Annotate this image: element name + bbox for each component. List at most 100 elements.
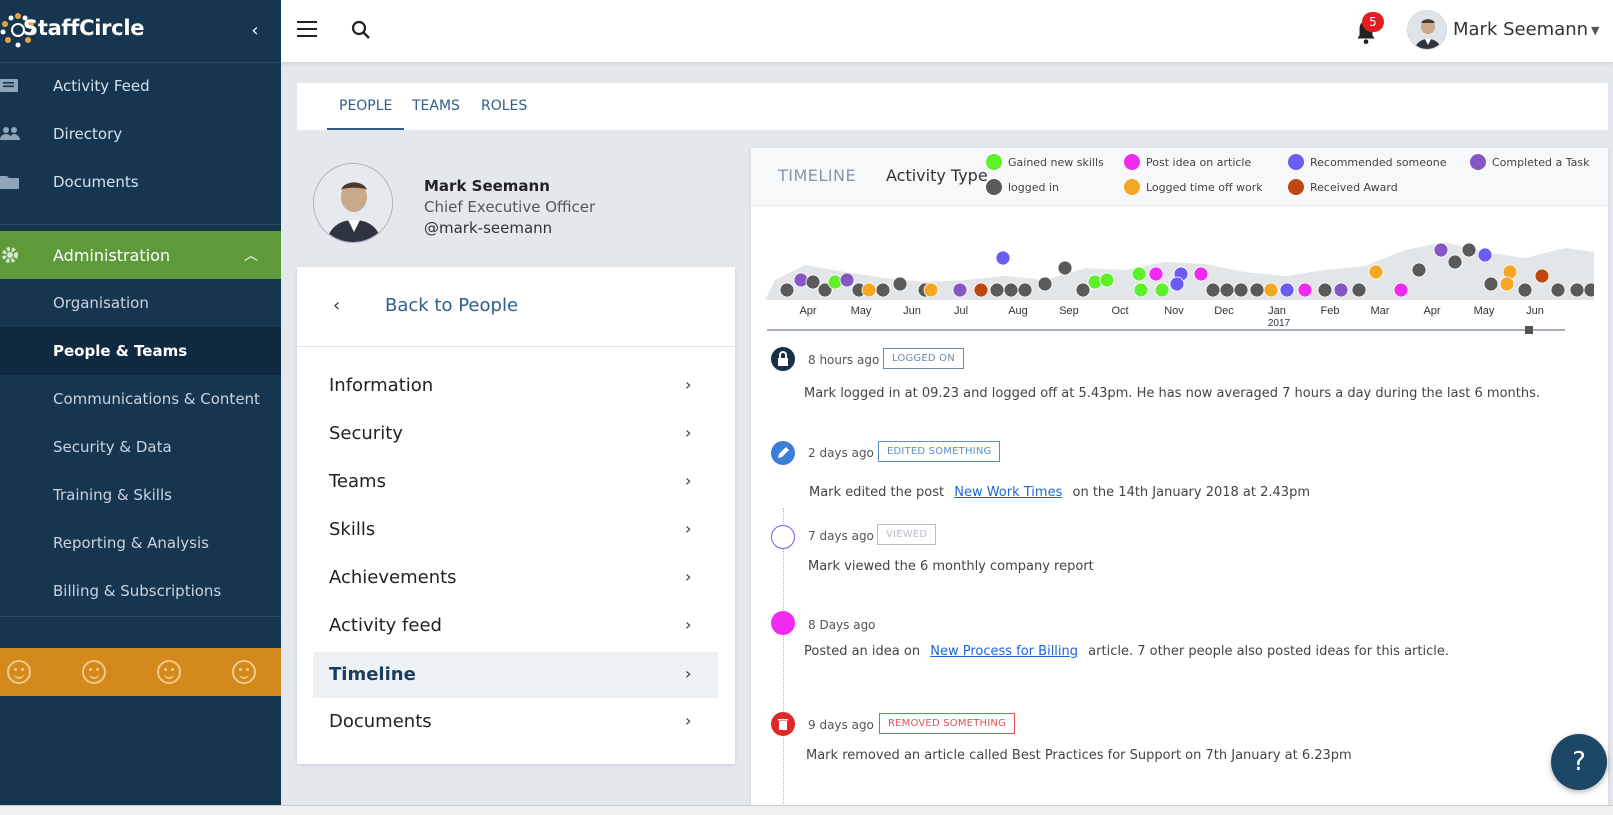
chevron-right-icon: › [685, 567, 692, 586]
menu-item-timeline[interactable]: Timeline › [313, 652, 718, 698]
activity-dot [839, 272, 855, 288]
activity-dot [1447, 254, 1463, 270]
smile-icon[interactable] [157, 660, 181, 684]
profile-menu: ‹ Back to People Information › Security › … [297, 267, 735, 764]
user-photo-icon [314, 164, 392, 242]
event-tag: LOGGED ON [883, 348, 964, 369]
sidebar-item-billing-subscriptions[interactable]: Billing & Subscriptions [0, 567, 281, 615]
activity-type-label: Activity Type [886, 166, 988, 185]
axis-month-label: Dec [1214, 305, 1234, 317]
event-time: 9 days ago [808, 718, 874, 732]
collapse-sidebar-button[interactable]: ‹ [244, 18, 266, 44]
menu-item-activity-feed[interactable]: Activity feed › [313, 603, 718, 649]
activity-dot [1169, 276, 1185, 292]
menu-item-teams[interactable]: Teams › [313, 459, 718, 505]
timeline-title: TIMELINE [778, 166, 857, 185]
smile-icon[interactable] [232, 660, 256, 684]
tab-roles[interactable]: ROLES [469, 83, 539, 130]
legend-label: logged in [1008, 180, 1060, 194]
legend-recommended[interactable]: Recommended someone [1288, 154, 1447, 170]
menu-item-skills[interactable]: Skills › [313, 507, 718, 553]
sidebar-item-activity-feed[interactable]: Activity Feed [0, 63, 281, 109]
activity-dot [1317, 282, 1333, 298]
search-icon[interactable] [349, 18, 373, 42]
menu-icon[interactable] [297, 21, 317, 39]
activity-dot [1333, 282, 1349, 298]
legend-received-award[interactable]: Received Award [1288, 179, 1398, 195]
chevron-right-icon: › [685, 519, 692, 538]
activity-dot [1368, 264, 1384, 280]
legend-dot [1124, 179, 1140, 195]
people-icon [0, 127, 20, 140]
brand-header: StaffCircle ‹ [0, 0, 281, 63]
smile-icon[interactable] [82, 660, 106, 684]
avatar[interactable] [1407, 10, 1447, 50]
menu-item-label: Skills [329, 519, 376, 540]
sidebar-item-people-teams[interactable]: People & Teams [0, 327, 281, 375]
back-label: Back to People [385, 295, 519, 316]
menu-item-achievements[interactable]: Achievements › [313, 555, 718, 601]
chevron-left-icon: ‹ [333, 295, 341, 316]
timeline-chart[interactable]: Apr May Jun Jul Aug Sep Oct Nov Dec Jan Feb Mar Apr M… [765, 210, 1594, 340]
menu-item-label: Timeline [329, 664, 416, 685]
legend-label: Post idea on article [1146, 155, 1252, 169]
sidebar-item-administration[interactable]: Administration ︿ [0, 231, 281, 279]
chevron-up-icon: ︿ [244, 248, 258, 264]
menu-item-label: Teams [329, 471, 386, 492]
sidebar-item-label: Reporting & Analysis [53, 534, 209, 552]
legend-time-off[interactable]: Logged time off work [1124, 179, 1263, 195]
activity-dot [1148, 266, 1164, 282]
sidebar-item-reporting-analysis[interactable]: Reporting & Analysis [0, 519, 281, 567]
sidebar-item-training-skills[interactable]: Training & Skills [0, 471, 281, 519]
legend-label: Received Award [1310, 180, 1398, 194]
event-text: Posted an idea on New Process for Billin… [804, 644, 1449, 659]
sidebar-item-security-data[interactable]: Security & Data [0, 423, 281, 471]
activity-dot [1249, 282, 1265, 298]
sidebar-item-communications-content[interactable]: Communications & Content [0, 375, 281, 423]
range-handle[interactable] [1525, 326, 1533, 334]
menu-item-security[interactable]: Security › [313, 411, 718, 457]
sidebar-item-organisation[interactable]: Organisation [0, 279, 281, 327]
divider [0, 616, 281, 617]
menu-item-information[interactable]: Information › [313, 363, 718, 409]
sidebar-item-label: Documents [53, 173, 139, 191]
activity-dot [1433, 242, 1449, 258]
activity-dot [1461, 242, 1477, 258]
article-link[interactable]: New Process for Billing [930, 644, 1078, 659]
legend-logged-in[interactable]: logged in [986, 179, 1059, 195]
tab-teams[interactable]: TEAMS [400, 83, 472, 130]
sidebar-item-documents[interactable]: Documents [0, 159, 281, 205]
legend-dot [1288, 154, 1304, 170]
legend-post-idea[interactable]: Post idea on article [1124, 154, 1251, 170]
sidebar-item-directory[interactable]: Directory [0, 111, 281, 157]
axis-month-label: Sep [1059, 305, 1079, 317]
timeline-axis: Apr May Jun Jul Aug Sep Oct Nov Dec Jan Feb Mar Apr M… [799, 305, 1543, 329]
event-tag: VIEWED [877, 524, 937, 545]
help-button[interactable]: ? [1551, 734, 1607, 790]
timeline-panel: TIMELINE Activity Type Gained new skills… [751, 148, 1608, 815]
tab-bar: PEOPLE TEAMS ROLES [297, 83, 1608, 130]
axis-month-label: Feb [1321, 305, 1340, 317]
legend-completed-task[interactable]: Completed a Task [1470, 154, 1589, 170]
chevron-right-icon: › [685, 423, 692, 442]
menu-item-label: Achievements [329, 567, 457, 588]
smile-icon[interactable] [7, 660, 31, 684]
activity-dot [1534, 268, 1550, 284]
sidebar-item-label: Communications & Content [53, 390, 260, 408]
activity-dot [1483, 276, 1499, 292]
tab-people[interactable]: PEOPLE [327, 83, 405, 130]
back-to-people-button[interactable]: ‹ Back to People [297, 267, 735, 347]
legend-dot [1288, 179, 1304, 195]
activity-dot [1037, 276, 1053, 292]
timeline-connector [783, 508, 784, 808]
legend-gained-skills[interactable]: Gained new skills [986, 154, 1104, 170]
user-name[interactable]: Mark Seemann [1453, 19, 1588, 40]
post-link[interactable]: New Work Times [954, 485, 1062, 500]
menu-item-documents[interactable]: Documents › [313, 699, 718, 745]
profile-name: Mark Seemann [424, 177, 550, 195]
legend-label: Logged time off work [1146, 180, 1263, 194]
activity-dot [1099, 272, 1115, 288]
event-text: Mark logged in at 09.23 and logged off a… [804, 386, 1540, 401]
caret-down-icon[interactable]: ▼ [1591, 24, 1599, 37]
activity-dot [1393, 282, 1409, 298]
